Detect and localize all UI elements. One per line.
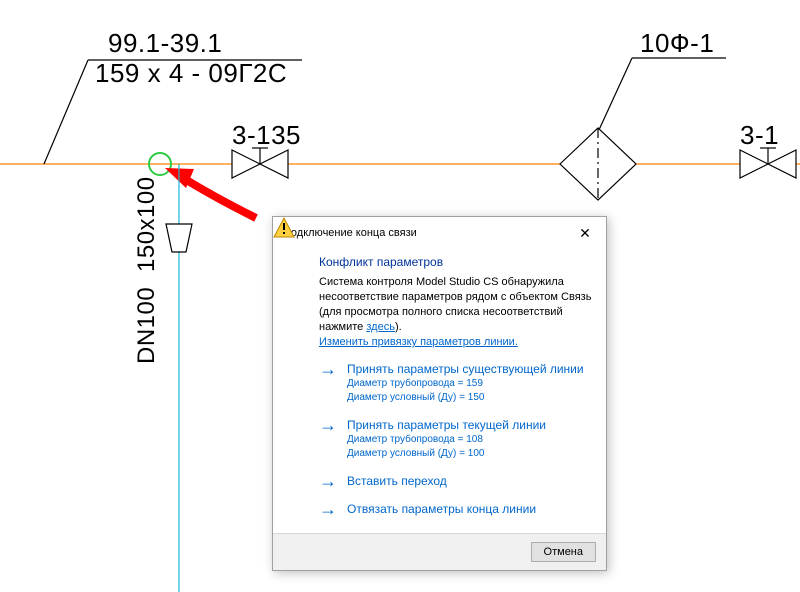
option-unbind[interactable]: → Отвязать параметры конца линии — [319, 502, 592, 516]
link-here[interactable]: здесь — [366, 321, 395, 333]
cancel-button[interactable]: Отмена — [531, 542, 596, 562]
warning-icon — [273, 217, 295, 239]
vtext-lower: DN100 — [133, 287, 160, 364]
arrow-icon: → — [319, 474, 337, 488]
close-icon[interactable]: ✕ — [572, 223, 598, 243]
dialog-title: Подключение конца связи — [283, 227, 417, 239]
option-accept-current[interactable]: → Принять параметры текущей линии Диамет… — [319, 418, 592, 460]
valve-right-label: 3-1 — [740, 120, 779, 150]
label-leader — [44, 60, 88, 164]
valve-left — [232, 148, 288, 178]
dialog-footer: Отмена — [273, 533, 606, 570]
dialog-description: Система контроля Model Studio CS обнаруж… — [319, 275, 592, 334]
label-top2: 159 x 4 - 09Г2С — [95, 58, 287, 88]
dialog-heading: Конфликт параметров — [319, 253, 443, 269]
option-insert-transition[interactable]: → Вставить переход — [319, 474, 592, 488]
label-top1: 99.1-39.1 — [108, 28, 222, 58]
conflict-dialog: Подключение конца связи ✕ Конфликт парам… — [272, 216, 607, 571]
arrow-icon: → — [319, 418, 337, 432]
dialog-titlebar: Подключение конца связи ✕ — [273, 217, 606, 249]
arrow-icon: → — [319, 502, 337, 516]
reducer-symbol — [166, 224, 192, 252]
vtext-upper: 150x100 — [133, 176, 160, 272]
option-accept-existing[interactable]: → Принять параметры существующей линии Д… — [319, 362, 592, 404]
elem-right-leader — [598, 58, 632, 132]
arrow-icon: → — [319, 362, 337, 376]
filter-diamond — [560, 128, 636, 200]
link-change-binding[interactable]: Изменить привязку параметров линии. — [319, 336, 518, 348]
valve-left-label: 3-135 — [232, 120, 301, 150]
valve-right — [740, 148, 796, 178]
element-right-label: 10Ф-1 — [640, 28, 714, 58]
